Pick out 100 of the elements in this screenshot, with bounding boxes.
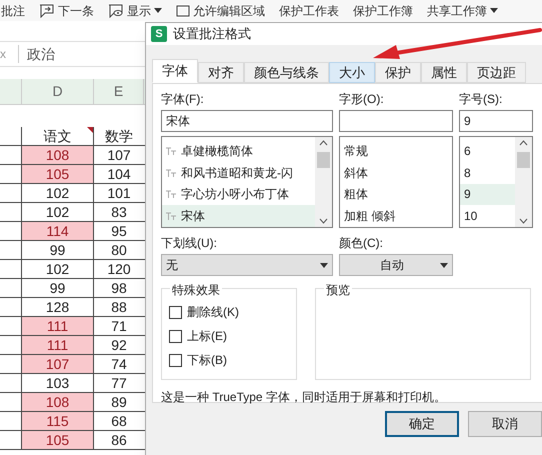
tab[interactable]: 大小 — [329, 62, 375, 83]
frame-icon — [176, 4, 190, 16]
field-label: 颜色(C): — [339, 235, 384, 252]
table-cell: 114 — [22, 222, 94, 240]
scrollbar[interactable] — [515, 137, 532, 227]
list-item[interactable]: 常规 — [340, 140, 452, 162]
tab[interactable]: 对齐 — [198, 62, 244, 83]
table-cell: 128 — [22, 298, 94, 316]
list-item[interactable]: 字心坊小呀小布丁体 — [162, 184, 315, 206]
formula-value[interactable]: 政治 — [27, 44, 55, 64]
field-label: 字形(O): — [339, 91, 385, 108]
toolbar-button[interactable]: 共享工作簿 — [427, 2, 498, 20]
scroll-down-icon[interactable] — [319, 218, 328, 224]
checkbox-option[interactable]: 删除线(K) — [169, 303, 296, 321]
font-type-icon — [166, 146, 176, 155]
table-cell: 102 — [22, 260, 94, 278]
checkbox-option[interactable]: 下标(B) — [169, 351, 296, 369]
table-cell-text: 104 — [106, 165, 132, 183]
table-cell: 102 — [22, 203, 94, 221]
formula-label: x — [0, 46, 7, 63]
table-cell: 108 — [22, 393, 94, 411]
scroll-thumb[interactable] — [517, 152, 530, 168]
table-cell-text: 68 — [110, 412, 128, 430]
table-cell: 99 — [22, 279, 94, 297]
dialog-title: 设置批注格式 — [173, 25, 251, 44]
list-item[interactable]: 9 — [460, 184, 515, 206]
group-title: 特殊效果 — [170, 281, 222, 299]
table-cell-text: 89 — [110, 393, 128, 411]
tab[interactable]: 页边距 — [467, 62, 526, 83]
table-cell: 108 — [22, 146, 94, 164]
table-cell-text: 98 — [110, 279, 128, 297]
field-label: 字号(S): — [459, 91, 504, 108]
table-cell: 105 — [22, 431, 94, 449]
font-type-icon — [166, 212, 176, 220]
table-cell-text: 107 — [106, 146, 132, 164]
dropdown-caret-icon — [490, 8, 498, 13]
table-cell-text: 86 — [110, 431, 128, 449]
table-cell-text: 74 — [110, 355, 128, 373]
column-header[interactable]: E — [94, 79, 144, 104]
font-description: 这是一种 TrueType 字体，同时适用于屏幕和打印机。 — [161, 389, 447, 406]
toolbar-button[interactable]: 下一条 — [39, 2, 94, 20]
dialog-button[interactable]: 确定 — [385, 411, 459, 437]
table-cell-text: 71 — [110, 317, 128, 335]
column-header[interactable]: D — [22, 79, 94, 104]
tab[interactable]: 保护 — [375, 62, 421, 83]
list-item[interactable]: 加粗 倾斜 — [340, 205, 452, 227]
dropdown-caret-icon — [320, 262, 328, 268]
dropdown[interactable]: 自动 — [339, 254, 453, 276]
font-type-icon — [166, 168, 176, 177]
scroll-down-icon[interactable] — [519, 218, 528, 224]
table-cell: 102 — [22, 184, 94, 202]
checkbox-option[interactable]: 上标(E) — [169, 327, 296, 345]
field-label: 字体(F): — [161, 91, 205, 108]
input-field[interactable] — [339, 110, 453, 132]
table-cell: 111 — [22, 317, 94, 335]
dropdown[interactable]: 无 — [161, 254, 333, 276]
table-cell-text: 83 — [110, 203, 128, 221]
table-cell: 99 — [22, 241, 94, 259]
table-cell-text: 92 — [110, 336, 128, 354]
dropdown-caret-icon — [154, 8, 162, 13]
table-cell-text: 95 — [110, 222, 128, 240]
list-item[interactable]: 宋体 — [162, 205, 315, 227]
font-type-icon — [166, 190, 176, 198]
toolbar-button[interactable]: 显示 — [108, 2, 162, 20]
tab[interactable]: 字体 — [152, 59, 198, 83]
toolbar-button[interactable]: 允许编辑区域 — [176, 2, 265, 20]
table-cell-text: 120 — [106, 260, 132, 278]
comment-eye-icon — [108, 4, 124, 18]
toolbar-button[interactable]: 保护工作簿 — [353, 2, 413, 20]
table-cell: 115 — [22, 412, 94, 430]
table-cell-text: 88 — [110, 298, 128, 316]
checkbox[interactable] — [169, 354, 182, 366]
input-field[interactable]: 9 — [459, 110, 533, 132]
dialog-button[interactable]: 取消 — [468, 411, 542, 437]
list-item[interactable]: 卓健橄榄简体 — [162, 140, 315, 162]
input-field[interactable]: 宋体 — [161, 110, 333, 132]
app-logo-icon: S — [151, 26, 167, 42]
table-cell: 111 — [22, 336, 94, 354]
table-cell-text: 80 — [110, 241, 128, 259]
tab[interactable]: 属性 — [421, 62, 467, 83]
comment-marker-icon — [87, 127, 93, 133]
list-item[interactable]: 10 — [460, 205, 515, 227]
list-item[interactable]: 粗体 — [340, 184, 452, 206]
list-item[interactable]: 和风书道昭和黄龙-闪 — [162, 162, 315, 184]
list-item[interactable]: 6 — [460, 140, 515, 162]
tab[interactable]: 颜色与线条 — [244, 62, 329, 83]
scroll-up-icon[interactable] — [519, 140, 528, 146]
list-item[interactable]: 斜体 — [340, 162, 452, 184]
toolbar-button[interactable]: 保护工作表 — [279, 2, 339, 20]
table-header-cell: 语文 — [22, 127, 94, 145]
checkbox[interactable] — [169, 306, 182, 318]
field-label: 下划线(U): — [161, 235, 218, 252]
scroll-thumb[interactable] — [317, 152, 330, 168]
group-title: 预览 — [324, 281, 352, 299]
list-item[interactable]: 8 — [460, 162, 515, 184]
dropdown-caret-icon — [440, 262, 448, 268]
scrollbar[interactable] — [315, 137, 332, 227]
checkbox[interactable] — [169, 330, 182, 342]
toolbar-button[interactable]: 批注 — [1, 2, 25, 20]
scroll-up-icon[interactable] — [319, 140, 328, 146]
